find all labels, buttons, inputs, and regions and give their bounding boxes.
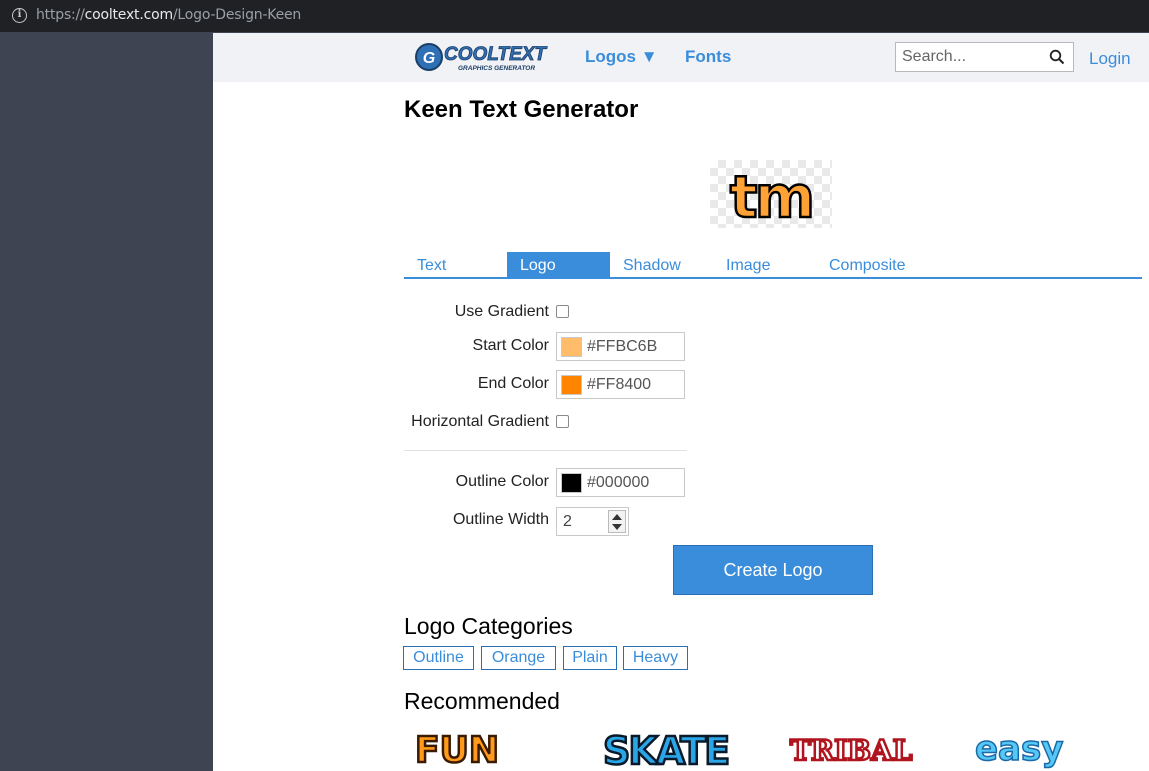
outline-width-label: Outline Width bbox=[452, 511, 549, 528]
category-heavy[interactable]: Heavy bbox=[623, 646, 688, 670]
recommended-heading: Recommended bbox=[404, 688, 560, 714]
start-color-field[interactable]: #FFBC6B bbox=[556, 332, 685, 361]
outline-width-value: 2 bbox=[563, 513, 572, 530]
tab-image[interactable]: Image bbox=[713, 252, 816, 278]
end-color-swatch[interactable] bbox=[561, 375, 582, 395]
info-icon[interactable]: i bbox=[12, 8, 27, 23]
logo-categories-heading: Logo Categories bbox=[404, 613, 573, 639]
end-color-value: #FF8400 bbox=[587, 376, 652, 393]
search-icon[interactable] bbox=[1049, 49, 1065, 65]
outline-color-field[interactable]: #000000 bbox=[556, 468, 685, 497]
start-color-label: Start Color bbox=[472, 337, 549, 354]
tab-shadow[interactable]: Shadow bbox=[610, 252, 713, 278]
svg-text:SKATE: SKATE bbox=[603, 729, 728, 771]
outline-width-stepper[interactable]: 2 bbox=[556, 507, 629, 536]
category-orange[interactable]: Orange bbox=[481, 646, 556, 670]
recommended-easy[interactable]: easy bbox=[973, 726, 1083, 771]
preview-text: tm bbox=[730, 163, 812, 228]
outline-color-label: Outline Color bbox=[455, 473, 549, 490]
start-color-swatch[interactable] bbox=[561, 337, 582, 357]
start-color-value: #FFBC6B bbox=[587, 338, 658, 355]
stepper-up-icon[interactable] bbox=[612, 514, 622, 520]
category-outline[interactable]: Outline bbox=[403, 646, 474, 670]
page: G COOLTEXT GRAPHICS GENERATOR Logos ▼ Fo… bbox=[213, 33, 1149, 771]
form-divider bbox=[404, 450, 687, 451]
recommended-fun[interactable]: FUN bbox=[413, 726, 508, 771]
horizontal-gradient-label: Horizontal Gradient bbox=[411, 413, 549, 430]
svg-text:FUN: FUN bbox=[415, 730, 499, 771]
nav-logos-menu[interactable]: Logos ▼ bbox=[585, 47, 658, 67]
end-color-label: End Color bbox=[477, 375, 549, 392]
editor-tabs: Text Logo Shadow Image Composite bbox=[404, 252, 1142, 279]
stepper-buttons bbox=[608, 510, 626, 533]
cooltext-logo[interactable]: G COOLTEXT GRAPHICS GENERATOR bbox=[414, 39, 554, 73]
tab-logo[interactable]: Logo bbox=[507, 252, 610, 278]
horizontal-gradient-checkbox[interactable] bbox=[556, 415, 569, 428]
login-link[interactable]: Login bbox=[1089, 49, 1131, 69]
svg-text:G: G bbox=[423, 50, 435, 67]
outline-color-value: #000000 bbox=[587, 474, 650, 491]
page-title: Keen Text Generator bbox=[404, 96, 639, 123]
use-gradient-label: Use Gradient bbox=[454, 303, 549, 320]
tab-composite[interactable]: Composite bbox=[816, 252, 936, 278]
create-logo-button[interactable]: Create Logo bbox=[673, 545, 873, 595]
svg-text:easy: easy bbox=[975, 729, 1063, 769]
recommended-skate[interactable]: SKATE bbox=[601, 726, 746, 771]
url-text[interactable]: https://cooltext.com/Logo-Design-Keen bbox=[36, 7, 301, 23]
logo-sub-text: GRAPHICS GENERATOR bbox=[458, 65, 535, 72]
nav-fonts-link[interactable]: Fonts bbox=[685, 47, 731, 67]
search-box bbox=[895, 42, 1074, 72]
tab-text[interactable]: Text bbox=[404, 252, 507, 278]
logo-main-text: COOLTEXT bbox=[444, 44, 547, 65]
logo-preview: tm bbox=[710, 160, 832, 232]
recommended-tribal[interactable]: TRIBAL bbox=[788, 726, 918, 771]
end-color-field[interactable]: #FF8400 bbox=[556, 370, 685, 399]
svg-text:TRIBAL: TRIBAL bbox=[790, 734, 913, 767]
use-gradient-checkbox[interactable] bbox=[556, 305, 569, 318]
outline-color-swatch[interactable] bbox=[561, 473, 582, 493]
browser-address-bar: i https://cooltext.com/Logo-Design-Keen bbox=[0, 0, 1149, 32]
stepper-down-icon[interactable] bbox=[612, 524, 622, 530]
category-plain[interactable]: Plain bbox=[563, 646, 617, 670]
left-gutter bbox=[0, 33, 213, 771]
search-input[interactable] bbox=[896, 43, 1046, 71]
top-navigation: G COOLTEXT GRAPHICS GENERATOR Logos ▼ Fo… bbox=[213, 33, 1149, 82]
